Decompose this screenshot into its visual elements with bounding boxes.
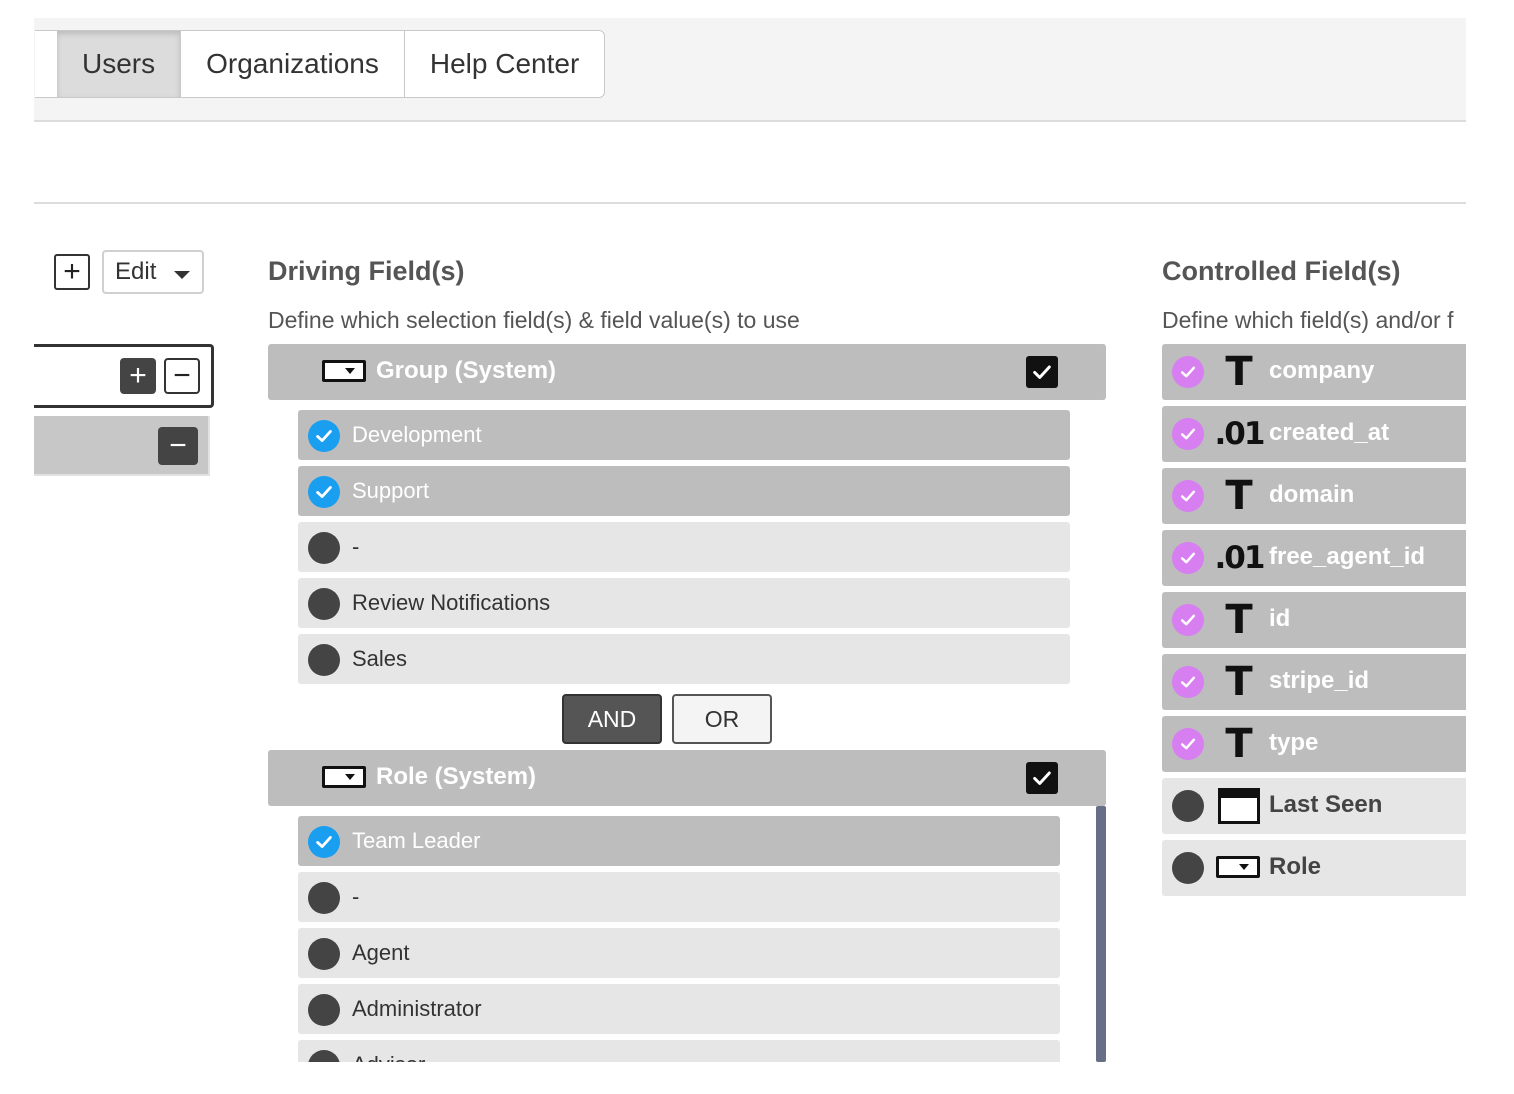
unselected-dot-icon [308,938,340,970]
value-row[interactable]: Support [298,466,1070,516]
value-label: Agent [352,940,410,965]
scrollbar[interactable] [1096,806,1106,1062]
unselected-dot-icon [308,994,340,1026]
value-row[interactable]: Agent [298,928,1060,978]
value-label: - [352,534,360,559]
check-icon [1033,365,1051,379]
field-checkbox[interactable] [1026,762,1058,794]
value-label: Team Leader [352,828,481,853]
text-type-icon: T [1225,473,1253,519]
selected-check-icon [1172,356,1204,388]
selected-check-icon [1172,666,1204,698]
controlled-field-free-agent-id[interactable]: .01 free_agent_id [1162,530,1466,586]
driving-field-label: Role (System) [376,763,537,790]
selected-check-icon [1172,418,1204,450]
controlled-field-label: Role [1269,853,1322,880]
value-row[interactable]: Sales [298,634,1070,684]
controlled-field-last-seen[interactable]: Last Seen [1162,778,1466,834]
controlled-field-domain[interactable]: T domain [1162,468,1466,524]
controlled-field-type[interactable]: T type [1162,716,1466,772]
controlled-field-role[interactable]: Role [1162,840,1466,896]
controlled-field-created-at[interactable]: .01 created_at [1162,406,1466,462]
controlled-field-label: stripe_id [1269,667,1370,694]
controlled-field-label: created_at [1269,419,1390,446]
or-button[interactable]: OR [672,694,772,744]
value-row[interactable]: Review Notifications [298,578,1070,628]
value-row[interactable]: - [298,522,1070,572]
selected-check-icon [308,826,340,858]
text-type-icon: T [1225,349,1253,395]
text-type-icon: T [1225,721,1253,767]
driving-field-group[interactable]: Group (System) [268,344,1106,400]
unselected-dot-icon [308,882,340,914]
text-type-icon: T [1225,659,1253,705]
field-checkbox[interactable] [1026,356,1058,388]
dropdown-field-icon [322,766,366,788]
controlled-field-id[interactable]: T id [1162,592,1466,648]
dropdown-icon [1216,856,1260,878]
controlled-field-label: Last Seen [1269,791,1383,818]
controlled-field-label: free_agent_id [1269,543,1426,570]
controlled-field-company[interactable]: T company [1162,344,1466,400]
controlled-title: Controlled Field(s) [1162,256,1401,286]
value-label: Support [352,478,430,503]
unselected-dot-icon [1172,790,1204,822]
controlled-field-label: company [1269,357,1375,384]
controlled-field-stripe-id[interactable]: T stripe_id [1162,654,1466,710]
unselected-dot-icon [308,1050,340,1062]
check-icon [1033,771,1051,785]
value-label: Review Notifications [352,590,551,615]
unselected-dot-icon [308,588,340,620]
value-row[interactable]: Advisor [298,1040,1060,1062]
unselected-dot-icon [1172,852,1204,884]
calendar-icon [1218,788,1260,824]
value-label: - [352,884,360,909]
driving-field-label: Group (System) [376,357,557,384]
dropdown-field-icon [322,360,366,382]
driving-field-role[interactable]: Role (System) [268,750,1106,806]
value-row[interactable]: Team Leader [298,816,1060,866]
selected-check-icon [1172,604,1204,636]
value-row[interactable]: Administrator [298,984,1060,1034]
selected-check-icon [1172,542,1204,574]
unselected-dot-icon [308,644,340,676]
text-type-icon: T [1225,597,1253,643]
number-type-icon: .01 [1214,416,1266,452]
selected-check-icon [308,420,340,452]
value-label: Administrator [352,996,482,1021]
value-row[interactable]: - [298,872,1060,922]
value-label: Development [352,422,482,447]
controlled-field-label: domain [1269,481,1355,508]
value-label: Sales [352,646,408,671]
value-label: Advisor [352,1052,425,1062]
number-type-icon: .01 [1214,540,1266,576]
selected-check-icon [308,476,340,508]
controlled-field-label: type [1269,729,1319,756]
and-button[interactable]: AND [562,694,662,744]
controlled-description: Define which field(s) and/or f [1162,307,1454,333]
value-row[interactable]: Development [298,410,1070,460]
controlled-field-label: id [1269,605,1291,632]
unselected-dot-icon [308,532,340,564]
selected-check-icon [1172,480,1204,512]
selected-check-icon [1172,728,1204,760]
